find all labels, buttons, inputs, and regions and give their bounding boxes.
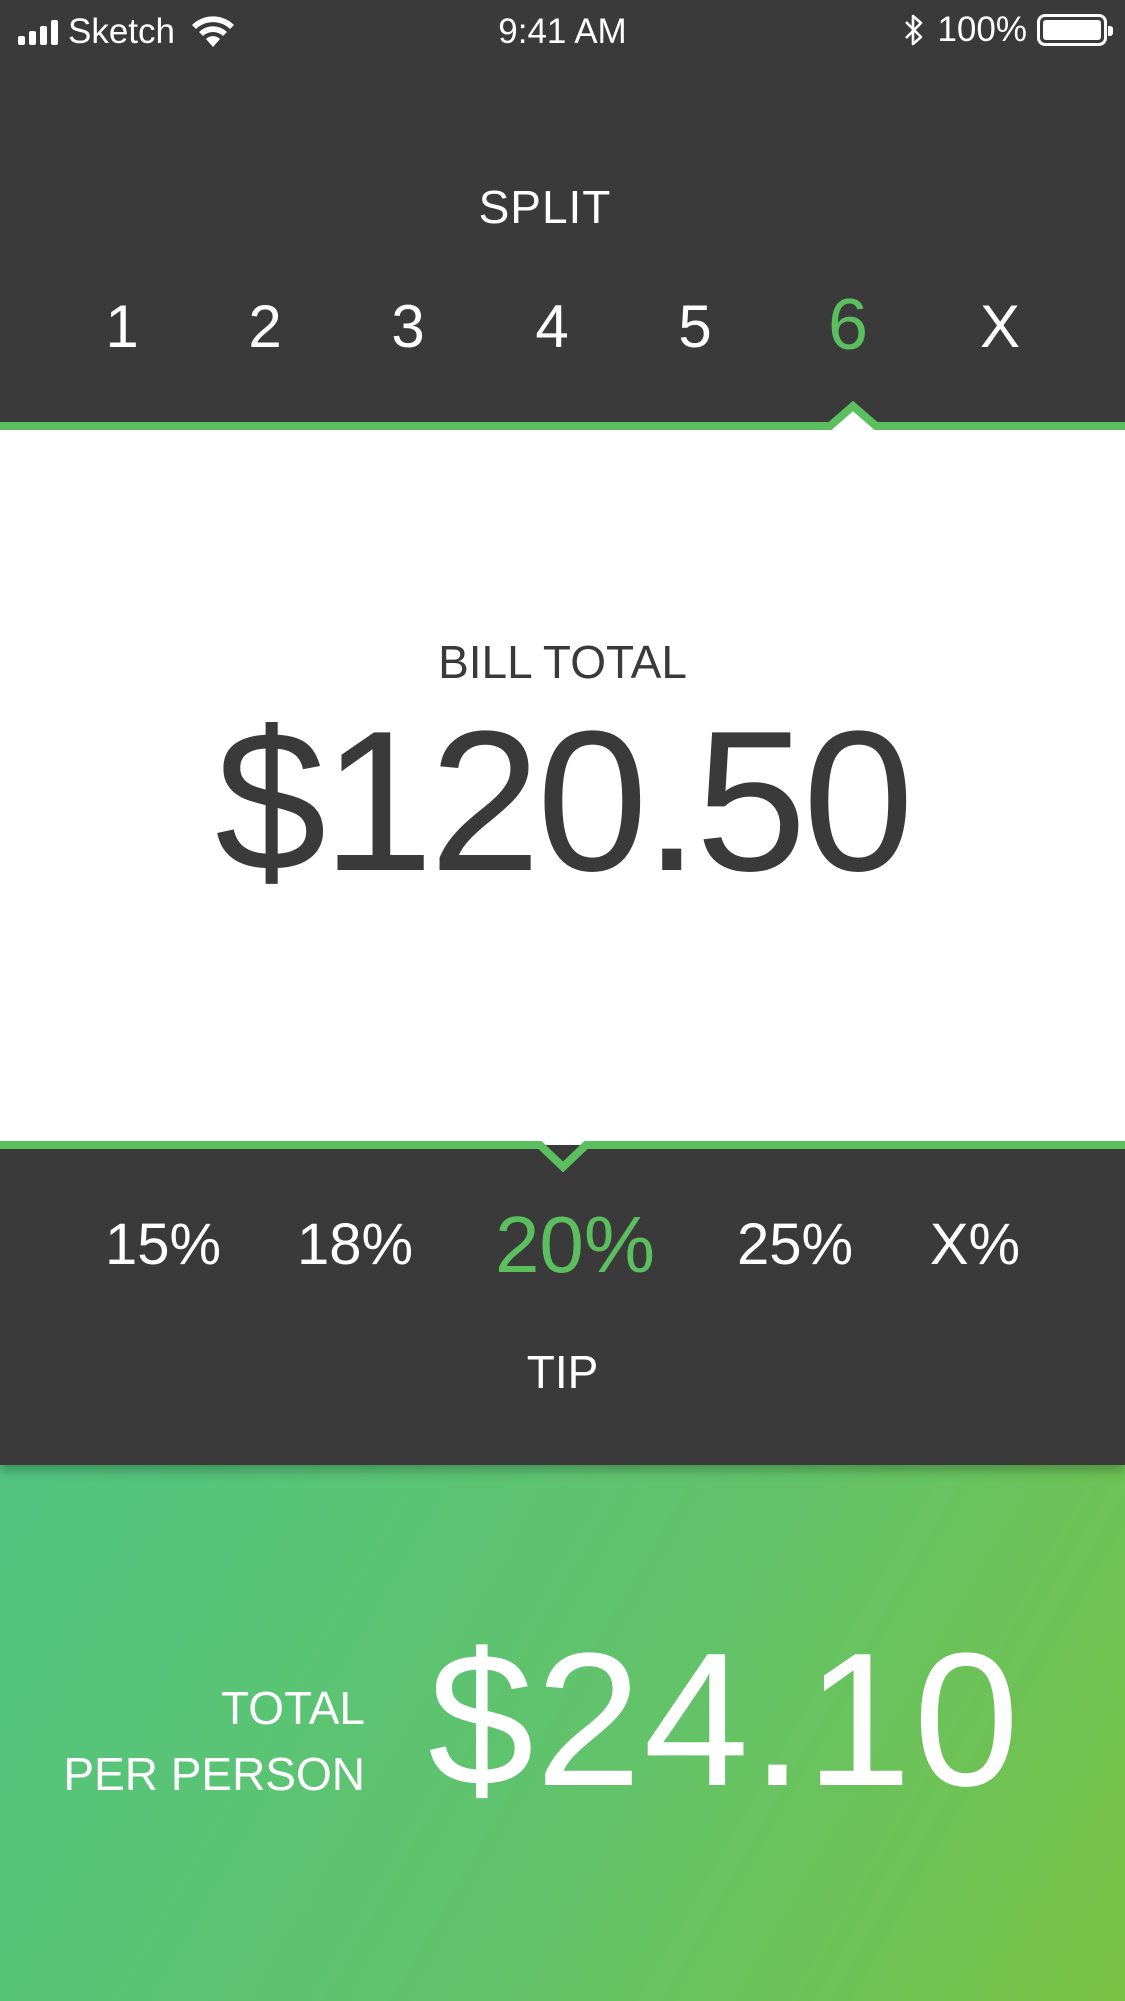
- total-label-line2: PER PERSON: [63, 1748, 365, 1800]
- split-selection-indicator: [0, 400, 1125, 438]
- split-option-4[interactable]: 4: [502, 292, 602, 361]
- total-label-line1: TOTAL: [221, 1682, 365, 1734]
- split-option-5[interactable]: 5: [645, 292, 745, 361]
- bill-total-label: BILL TOTAL: [438, 636, 687, 688]
- bluetooth-icon: [905, 14, 923, 46]
- split-option-2[interactable]: 2: [215, 292, 315, 361]
- bill-total-amount[interactable]: $120.50: [0, 702, 1125, 902]
- status-bar-right: 100%: [901, 10, 1113, 50]
- split-title: SPLIT: [478, 181, 612, 233]
- bill-section: BILL TOTAL $120.50: [0, 430, 1125, 1145]
- tip-option-25[interactable]: 25%: [710, 1211, 880, 1278]
- tip-section: 15% 18% 20% 25% X% TIP: [0, 1145, 1125, 1465]
- split-option-1[interactable]: 1: [72, 292, 172, 361]
- status-bar: Sketch 9:41 AM 100%: [0, 0, 1125, 66]
- tip-option-20-selected[interactable]: 20%: [475, 1199, 675, 1291]
- total-per-person-amount: $24.10: [428, 1614, 1022, 1826]
- tip-title: TIP: [526, 1346, 599, 1398]
- battery-icon: [1037, 14, 1113, 46]
- split-option-3[interactable]: 3: [358, 292, 458, 361]
- tip-option-18[interactable]: 18%: [270, 1211, 440, 1278]
- split-option-custom[interactable]: X: [950, 292, 1050, 361]
- battery-percentage: 100%: [937, 10, 1027, 49]
- tip-option-custom[interactable]: X%: [890, 1211, 1060, 1278]
- split-option-6-selected[interactable]: 6: [798, 284, 898, 366]
- tip-calculator-screen: SPLIT 1 2 3 4 6 5 X Sketch 9:41 AM 100%: [0, 0, 1125, 2001]
- tip-selection-indicator: [0, 1135, 1125, 1173]
- total-per-person-section: TOTAL PER PERSON $24.10: [0, 1465, 1125, 2001]
- tip-option-15[interactable]: 15%: [78, 1211, 248, 1278]
- total-per-person-label: TOTAL PER PERSON: [63, 1675, 365, 1807]
